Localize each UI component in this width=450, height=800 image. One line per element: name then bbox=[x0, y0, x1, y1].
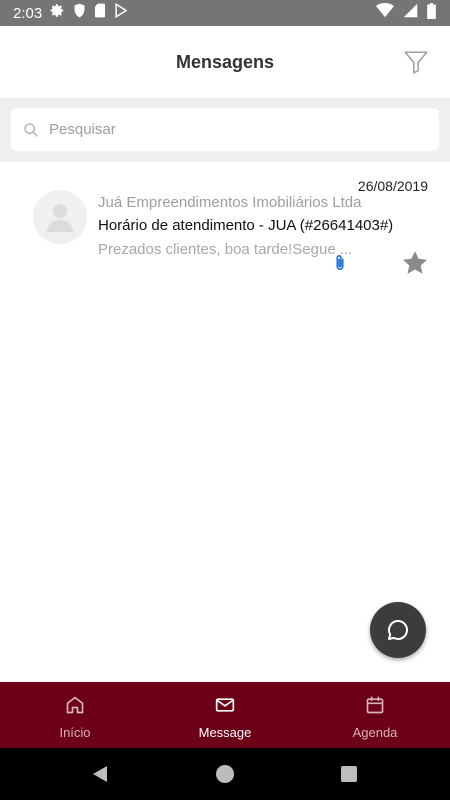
chat-bubble-icon bbox=[388, 620, 408, 640]
status-left-icons bbox=[50, 2, 128, 23]
person-icon bbox=[47, 204, 73, 232]
nav-item-inicio[interactable]: Início bbox=[0, 682, 150, 748]
nav-label-message: Message bbox=[198, 725, 252, 740]
signal-icon bbox=[403, 3, 418, 23]
home-button[interactable] bbox=[216, 765, 234, 783]
battery-icon bbox=[427, 2, 436, 24]
page-title: Mensagens bbox=[175, 52, 275, 72]
back-triangle-icon bbox=[93, 766, 107, 782]
settings-icon bbox=[50, 3, 65, 23]
new-chat-button[interactable] bbox=[370, 602, 426, 658]
search-icon bbox=[23, 122, 39, 138]
shield-icon bbox=[73, 3, 86, 23]
message-subject: Horário de atendimento - JUA (#26641403#… bbox=[98, 217, 394, 234]
message-preview: Prezados clientes, boa tarde!Segue ... bbox=[98, 241, 353, 258]
status-right-icons bbox=[376, 0, 436, 26]
calendar-icon bbox=[364, 694, 386, 716]
filter-icon bbox=[404, 51, 428, 74]
star-icon bbox=[402, 251, 428, 274]
home-icon bbox=[64, 694, 86, 716]
nav-item-message[interactable]: Message bbox=[150, 682, 300, 748]
recents-button[interactable] bbox=[341, 766, 357, 782]
system-nav-bar bbox=[0, 748, 450, 800]
wifi-icon bbox=[376, 3, 394, 23]
message-list-item[interactable]: 26/08/2019 Juá Empreendimentos Imobiliár… bbox=[0, 162, 450, 282]
nav-label-inicio: Início bbox=[59, 725, 91, 740]
message-date: 26/08/2019 bbox=[357, 178, 428, 194]
mail-icon bbox=[214, 694, 236, 716]
message-sender: Juá Empreendimentos Imobiliários Ltda bbox=[98, 194, 362, 211]
status-time: 2:03 bbox=[13, 4, 43, 22]
avatar bbox=[33, 190, 87, 244]
app-header: Mensagens bbox=[0, 26, 450, 98]
play-store-icon bbox=[114, 2, 128, 23]
bottom-nav: Início Message Agenda bbox=[0, 682, 450, 748]
status-bar: 2:03 bbox=[0, 0, 450, 26]
screen: 2:03 Mensagens Pesquisar 26/08/2019 Juá … bbox=[0, 0, 450, 800]
search-input[interactable] bbox=[49, 121, 419, 138]
attachment-icon bbox=[333, 254, 347, 272]
nav-label-agenda: Agenda bbox=[352, 725, 398, 740]
sd-card-icon bbox=[94, 3, 106, 23]
back-button[interactable] bbox=[90, 764, 110, 784]
nav-item-agenda[interactable]: Agenda bbox=[300, 682, 450, 748]
star-button[interactable] bbox=[401, 249, 429, 277]
search-bar bbox=[0, 98, 450, 162]
search-box[interactable] bbox=[11, 108, 439, 151]
filter-button[interactable] bbox=[402, 48, 430, 76]
